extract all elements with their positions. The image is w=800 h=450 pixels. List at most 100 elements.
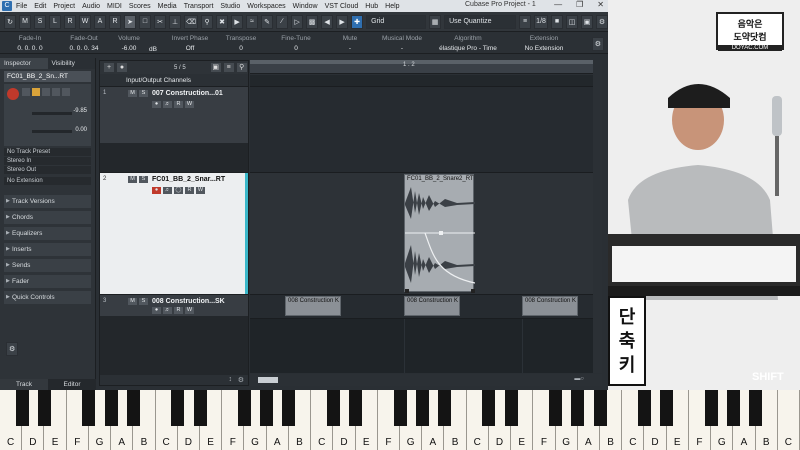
solo-button[interactable]: S [139, 90, 148, 97]
write-icon[interactable]: W [185, 101, 194, 108]
tab-editor[interactable]: Editor [48, 379, 96, 390]
layout-icon[interactable]: ◫ [566, 14, 578, 29]
zoom-tracks-icon[interactable]: ↕ [229, 376, 233, 383]
play-tool-icon[interactable]: ▷ [291, 14, 304, 29]
track-row[interactable]: 3 MS 008 Construction...SK ● ♬ R W [100, 294, 248, 316]
section-inserts[interactable]: Inserts [4, 243, 91, 256]
range-tool-icon[interactable]: □ [139, 14, 151, 29]
mute-icon[interactable] [22, 88, 30, 96]
section-sends[interactable]: Sends [4, 259, 91, 272]
solo-button[interactable]: S [139, 176, 148, 183]
write-icon[interactable] [52, 88, 60, 96]
solo-button[interactable]: S [139, 298, 148, 305]
add-track-icon[interactable]: + [104, 63, 114, 72]
mute-button[interactable]: M [128, 90, 137, 97]
info-fade-in[interactable]: Fade-In 0. 0. 0. 0 [8, 35, 52, 52]
section-quick-controls[interactable]: Quick Controls [4, 291, 91, 304]
monitor-icon[interactable]: ♬ [163, 101, 172, 108]
menu-transport[interactable]: Transport [184, 3, 214, 10]
rec-button[interactable]: R [109, 14, 121, 29]
inspector-settings-icon[interactable]: ⚙ [6, 342, 19, 356]
read-icon[interactable]: R [185, 187, 194, 194]
menu-hub[interactable]: Hub [365, 3, 378, 10]
event-display[interactable]: FC01_BB_2_Snare2_RT 008 Construction K 0… [250, 75, 602, 373]
scrollbar-thumb[interactable] [258, 377, 278, 383]
color-palette-icon[interactable]: ■ [551, 14, 563, 29]
erase-tool-icon[interactable]: ⌫ [184, 14, 199, 29]
input-routing-row[interactable]: Stereo In [4, 157, 91, 165]
time-warp-tool-icon[interactable]: ≈ [246, 14, 259, 29]
vertical-scrollbar[interactable] [593, 60, 602, 373]
read-icon[interactable]: R [174, 307, 183, 314]
constrain-delay-icon[interactable]: ↻ [4, 14, 16, 29]
info-transpose[interactable]: Transpose 0 [222, 35, 260, 52]
line-tool-icon[interactable]: ∕ [276, 14, 289, 29]
menu-midi[interactable]: MIDI [107, 3, 122, 10]
write-icon[interactable]: W [196, 187, 205, 194]
monitor-icon[interactable]: ♬ [163, 307, 172, 314]
section-chords[interactable]: Chords [4, 211, 91, 224]
monitor-icon[interactable] [32, 88, 40, 96]
tab-visibility[interactable]: Visibility [47, 58, 95, 69]
timeline-ruler[interactable]: 1 . 2 [250, 60, 602, 74]
glue-tool-icon[interactable]: ⊥ [169, 14, 181, 29]
info-invert-phase[interactable]: Invert Phase Off [168, 35, 212, 52]
mute-button[interactable]: M [128, 298, 137, 305]
output-routing-row[interactable]: Stereo Out [4, 166, 91, 174]
tab-inspector[interactable]: Inspector [0, 58, 48, 69]
monitor-icon[interactable]: ♬ [163, 187, 172, 194]
menu-vst-cloud[interactable]: VST Cloud [325, 3, 359, 10]
mute-button[interactable]: M [128, 176, 137, 183]
audio-event[interactable]: 008 Construction K [285, 296, 341, 316]
track-name[interactable]: FC01_BB_2_Snar...RT [152, 176, 225, 183]
track-list-settings-icon[interactable]: ⚙ [238, 376, 244, 384]
menu-project[interactable]: Project [53, 3, 75, 10]
menu-audio[interactable]: Audio [82, 3, 100, 10]
menu-window[interactable]: Window [293, 3, 318, 10]
inspector-track-name[interactable]: FC01_BB_2_Sn...RT [4, 71, 91, 82]
auto-button[interactable]: A [94, 14, 106, 29]
folder-lane[interactable] [250, 75, 602, 87]
info-algorithm[interactable]: Algorithm élastique Pro - Time [432, 35, 504, 52]
listen-button[interactable]: L [49, 14, 61, 29]
section-equalizers[interactable]: Equalizers [4, 227, 91, 240]
track-visibility-icon[interactable]: ▣ [210, 63, 221, 72]
track-row-selected[interactable]: 2 MS FC01_BB_2_Snar...RT ● ♬ ◯ R W [100, 172, 248, 294]
draw-tool-icon[interactable]: ✎ [261, 14, 274, 29]
minimize-icon[interactable]: — [554, 0, 562, 9]
zoom-slider-icon[interactable]: ▬○ [574, 376, 584, 382]
info-extension[interactable]: Extension No Extension [518, 35, 570, 52]
write-button[interactable]: W [79, 14, 91, 29]
arrow-left-icon[interactable]: ◀ [321, 14, 334, 29]
section-fader[interactable]: Fader [4, 275, 91, 288]
zoom-tool-icon[interactable]: ⚲ [201, 14, 214, 29]
audio-event[interactable]: 008 Construction K [404, 296, 460, 316]
info-fade-out[interactable]: Fade-Out 0. 0. 0. 34 [60, 35, 108, 52]
infoline-settings-icon[interactable]: ⚙ [591, 37, 604, 51]
track-lane[interactable] [250, 87, 602, 173]
mute-tool-icon[interactable]: ✖ [216, 14, 229, 29]
menu-help[interactable]: Help [385, 3, 399, 10]
object-select-tool-icon[interactable]: ➤ [124, 14, 136, 29]
record-icon[interactable]: ● [152, 101, 161, 108]
track-name[interactable]: 007 Construction...01 [152, 90, 223, 97]
folder-track[interactable]: Input/Output Channels [100, 74, 248, 86]
track-name[interactable]: 008 Construction...SK [152, 298, 225, 305]
pan-slider[interactable] [32, 130, 72, 133]
menu-file[interactable]: File [16, 3, 27, 10]
search-icon[interactable]: ⚲ [236, 63, 247, 72]
snap-toggle-icon[interactable]: ✚ [351, 14, 364, 29]
track-list-menu-icon[interactable]: ≡ [223, 63, 234, 72]
info-fine-tune[interactable]: Fine-Tune 0 [278, 35, 314, 52]
edit-icon[interactable]: ◯ [174, 187, 183, 194]
menu-workspaces[interactable]: Workspaces [247, 3, 285, 10]
read-icon[interactable] [42, 88, 50, 96]
quantize-toggle-icon[interactable]: ▦ [429, 14, 442, 29]
record-icon[interactable]: ● [152, 187, 161, 194]
horizontal-scrollbar[interactable]: ▬○ [250, 374, 602, 386]
menu-media[interactable]: Media [158, 3, 177, 10]
close-icon[interactable]: ✕ [597, 0, 604, 9]
read-icon[interactable]: R [174, 101, 183, 108]
settings-gear-icon[interactable]: ⚙ [596, 14, 608, 29]
solo-all-button[interactable]: S [34, 14, 46, 29]
